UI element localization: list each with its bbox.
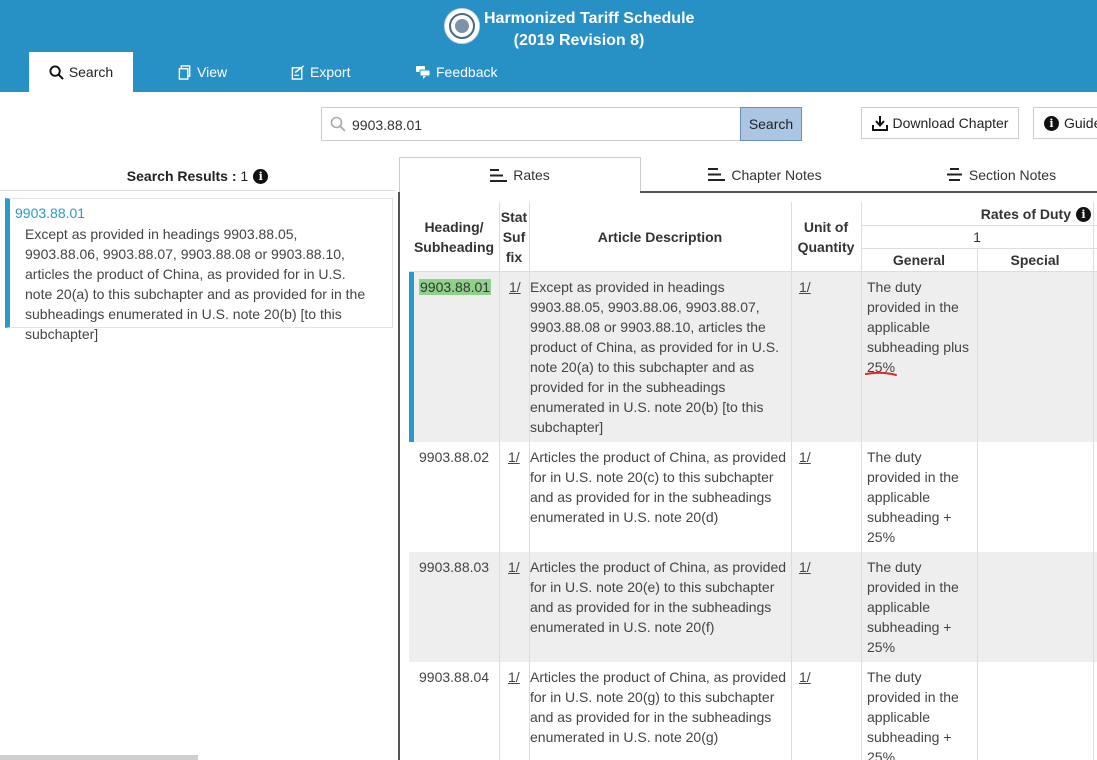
row-code[interactable]: 9903.88.01: [419, 277, 499, 297]
nav-tab-label: Export: [310, 64, 351, 80]
column-divider: [499, 202, 500, 760]
export-icon: [291, 64, 305, 80]
highlighted-code: 9903.88.01: [419, 279, 492, 295]
row-general-rate: The duty provided in the applicable subh…: [867, 669, 959, 760]
row-stat[interactable]: 1/: [508, 667, 520, 687]
app-title-line2: (2019 Revision 8): [513, 32, 645, 49]
search-box[interactable]: [321, 107, 741, 142]
app-title-line1: Harmonized Tariff Schedule: [484, 10, 695, 27]
stat-link[interactable]: 1/: [509, 279, 521, 295]
unit-link[interactable]: 1/: [799, 669, 811, 685]
search-button[interactable]: Search: [740, 107, 802, 141]
stat-link[interactable]: 1/: [508, 449, 520, 465]
tab-rates-label: Rates: [513, 167, 550, 183]
row-unit[interactable]: 1/: [799, 667, 811, 687]
column-header-description: Article Description: [597, 229, 723, 245]
column-header-special: Special: [1010, 252, 1060, 268]
tab-section-notes[interactable]: Section Notes: [890, 157, 1097, 192]
usitc-seal-logo: [444, 8, 480, 44]
search-input[interactable]: [350, 108, 734, 142]
document-icon: [178, 64, 191, 80]
row-code[interactable]: 9903.88.02: [419, 447, 499, 467]
search-result-code[interactable]: 9903.88.01: [15, 205, 85, 221]
nav-tab-export[interactable]: Export: [291, 52, 350, 92]
nav-tab-label: Feedback: [436, 64, 498, 80]
app-header: Harmonized Tariff Schedule (2019 Revisio…: [0, 0, 1097, 92]
tabs-underline: [640, 191, 1097, 193]
tab-section-notes-label: Section Notes: [968, 166, 1057, 183]
grid-line: [861, 248, 1097, 249]
tab-chapter-notes-label: Chapter Notes: [731, 166, 822, 183]
column-divider: [861, 202, 862, 760]
guide-button[interactable]: i Guide: [1033, 107, 1097, 139]
column-header-rates-label: Rates of Duty: [980, 206, 1071, 222]
search-icon: [49, 64, 64, 80]
grid-line: [861, 225, 1097, 226]
download-chapter-label: Download Chapter: [892, 115, 1009, 131]
column-divider: [529, 202, 530, 760]
row-stat[interactable]: 1/: [508, 557, 520, 577]
guide-label: Guide: [1064, 115, 1097, 131]
horizontal-scrollbar[interactable]: [0, 755, 198, 760]
app-title: Harmonized Tariff Schedule (2019 Revisio…: [484, 8, 695, 52]
search-result-description: Except as provided in headings 9903.88.0…: [25, 226, 366, 342]
red-underline-annotation: [865, 371, 897, 376]
nav-tab-label: Search: [68, 64, 114, 80]
stat-link[interactable]: 1/: [508, 559, 520, 575]
column-header-rate-column: 1: [973, 229, 981, 245]
table-row[interactable]: 9903.88.03 1/ Articles the product of Ch…: [409, 552, 1097, 662]
column-divider: [791, 202, 792, 760]
info-icon: i: [1044, 115, 1059, 131]
download-icon: [871, 116, 888, 131]
row-unit[interactable]: 1/: [799, 277, 811, 297]
row-code[interactable]: 9903.88.04: [419, 667, 499, 687]
search-results-count: 1: [240, 168, 249, 184]
nav-tab-feedback[interactable]: Feedback: [415, 52, 497, 92]
row-general-rate: The duty provided in the applicable subh…: [867, 559, 959, 655]
row-description: Except as provided in headings 9903.88.0…: [530, 279, 780, 435]
search-result-item[interactable]: 9903.88.01 Except as provided in heading…: [5, 198, 393, 342]
info-icon[interactable]: i: [253, 168, 269, 184]
search-results-label: Search Results :: [126, 168, 237, 184]
column-header-rates: Rates of Duty i: [861, 202, 1097, 226]
table-row[interactable]: 9903.88.01 1/ Except as provided in head…: [409, 272, 1097, 442]
download-chapter-button[interactable]: Download Chapter: [861, 107, 1019, 139]
column-divider: [977, 249, 978, 760]
column-header-unit: Unit of Quantity: [797, 219, 855, 255]
row-code[interactable]: 9903.88.03: [419, 557, 499, 577]
column-header-heading: Heading/ Subheading: [413, 219, 495, 255]
row-unit[interactable]: 1/: [799, 557, 811, 577]
row-stat[interactable]: 1/: [509, 277, 521, 297]
row-description: Articles the product of China, as provid…: [530, 559, 787, 635]
tab-chapter-notes[interactable]: Chapter Notes: [650, 157, 880, 192]
tab-rates[interactable]: Rates: [399, 157, 641, 192]
nav-tab-label: View: [197, 64, 228, 80]
search-results-header: Search Results : 1 i: [0, 162, 395, 191]
row-general-rate: The duty provided in the applicable subh…: [867, 279, 969, 375]
align-left-icon: [490, 168, 508, 182]
row-general-rate: The duty provided in the applicable subh…: [867, 449, 959, 545]
row-description: Articles the product of China, as provid…: [530, 669, 787, 745]
nav-tab-view[interactable]: View: [178, 52, 227, 92]
column-divider: [1093, 202, 1094, 760]
align-center-icon: [946, 168, 962, 181]
table-row[interactable]: 9903.88.02 1/ Articles the product of Ch…: [409, 442, 1097, 552]
search-icon: [330, 116, 346, 132]
stat-link[interactable]: 1/: [508, 669, 520, 685]
table-row[interactable]: 9903.88.04 1/ Articles the product of Ch…: [409, 662, 1097, 760]
panel-divider[interactable]: [398, 192, 400, 760]
unit-link[interactable]: 1/: [799, 279, 811, 295]
row-stat[interactable]: 1/: [508, 447, 520, 467]
feedback-icon: [416, 66, 431, 79]
unit-link[interactable]: 1/: [799, 449, 811, 465]
info-icon[interactable]: i: [1076, 206, 1091, 222]
row-description: Articles the product of China, as provid…: [530, 449, 787, 525]
column-header-general: General: [892, 252, 946, 268]
column-header-stat: Stat Suf fix: [500, 209, 528, 265]
align-left-icon: [708, 168, 726, 181]
nav-tab-search[interactable]: Search: [29, 52, 133, 92]
row-unit[interactable]: 1/: [799, 447, 811, 467]
unit-link[interactable]: 1/: [799, 559, 811, 575]
